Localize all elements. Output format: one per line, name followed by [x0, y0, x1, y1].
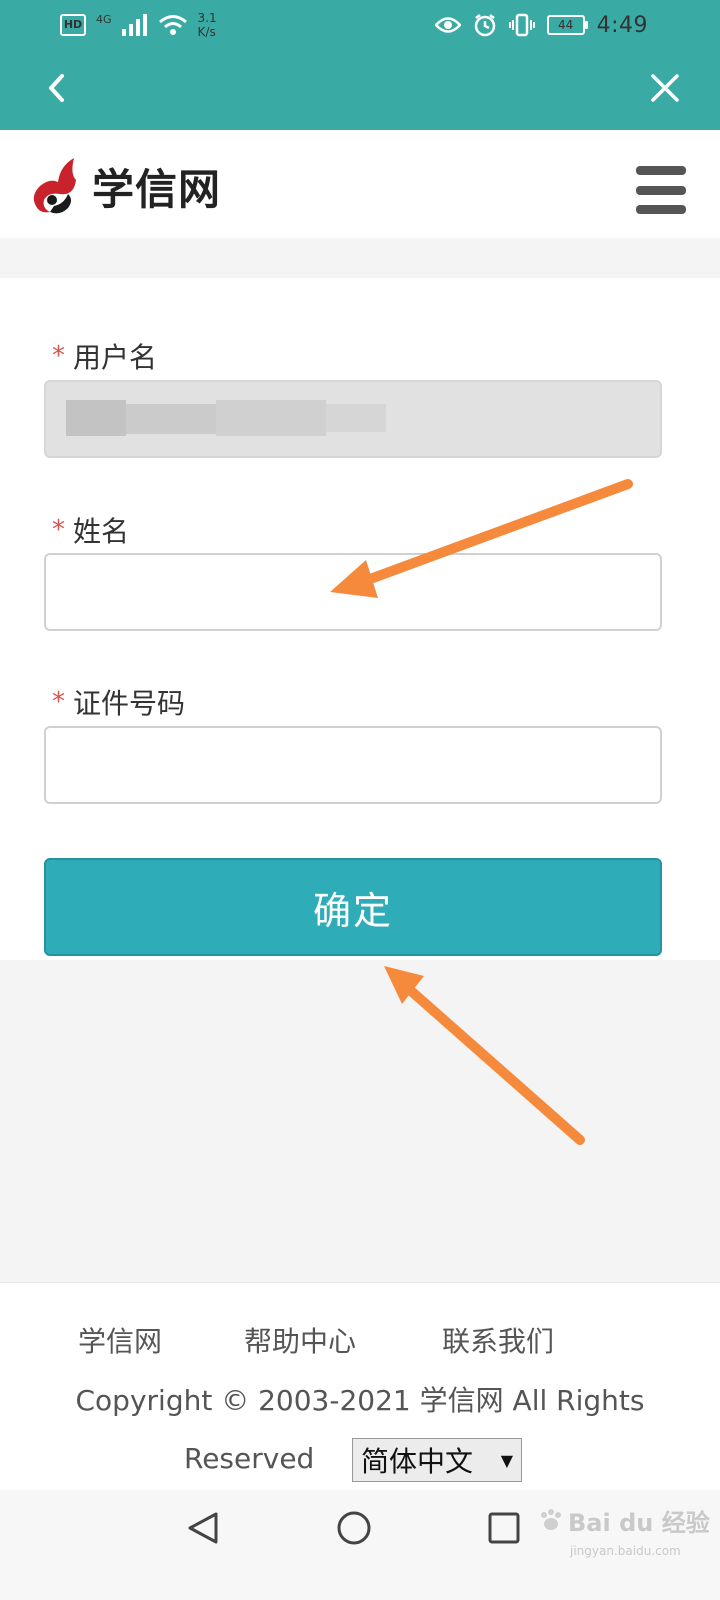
chevron-left-icon	[49, 74, 64, 102]
site-logo-link[interactable]: 学信网	[30, 156, 221, 216]
username-label-text: 用户名	[73, 341, 158, 374]
battery-icon: 44	[546, 15, 588, 35]
clock-time: 4:49	[596, 12, 648, 38]
language-select[interactable]: 简体中文 ▼	[352, 1438, 522, 1482]
language-selected: 简体中文	[361, 1445, 474, 1478]
menu-bar-line	[636, 205, 686, 214]
eye-icon	[434, 17, 461, 33]
speed-value: 3.1	[197, 11, 217, 25]
footer-link-contact[interactable]: 联系我们	[442, 1318, 554, 1362]
id-number-label-text: 证件号码	[73, 687, 186, 720]
required-star: *	[52, 341, 65, 371]
id-number-input[interactable]	[44, 726, 662, 804]
hamburger-menu-button[interactable]	[636, 166, 686, 214]
close-button[interactable]	[640, 58, 690, 118]
phoenix-logo-icon	[33, 158, 76, 214]
logo-text: 学信网	[92, 164, 222, 214]
nav-home-icon[interactable]	[334, 1508, 374, 1548]
vibrate-icon	[508, 13, 535, 37]
wifi-icon	[158, 15, 187, 35]
nav-recent-icon[interactable]	[484, 1508, 524, 1548]
id-number-label: * 证件号码	[52, 682, 185, 722]
alarm-icon	[474, 14, 495, 37]
baidu-watermark: Bai du 经验	[538, 1490, 710, 1550]
copyright-text: Copyright © 2003-2021 学信网 All Rights	[75, 1384, 645, 1417]
menu-bar-line	[636, 185, 686, 195]
username-label: * 用户名	[52, 336, 157, 376]
name-label: * 姓名	[52, 510, 129, 550]
username-field	[44, 380, 662, 458]
blurred-username	[326, 404, 386, 432]
arrow-to-confirm-button	[384, 966, 585, 1145]
footer-link-help[interactable]: 帮助中心	[244, 1318, 356, 1362]
footer-link-chsi[interactable]: 学信网	[78, 1318, 162, 1362]
speed-unit: K/s	[197, 25, 216, 39]
network-speed: 3.1 K/s	[198, 11, 217, 39]
status-left-group: HD 4G 3.1 K/s	[60, 11, 217, 39]
required-star: *	[52, 515, 65, 545]
watermark-url: jingyan.baidu.com	[570, 1544, 681, 1558]
name-input[interactable]	[44, 553, 662, 631]
paw-icon	[541, 1509, 561, 1530]
required-star: *	[52, 687, 65, 717]
dropdown-caret-icon: ▼	[500, 1450, 513, 1470]
reserved-text: Reserved	[184, 1441, 315, 1475]
back-button[interactable]	[36, 63, 76, 113]
blurred-username	[126, 404, 216, 434]
blurred-username	[216, 400, 326, 436]
watermark-brand: Bai du 经验	[568, 1508, 710, 1537]
name-label-text: 姓名	[73, 515, 130, 548]
confirm-button[interactable]: 确定	[44, 858, 662, 956]
signal-icon	[121, 14, 147, 36]
status-right-group: 44 4:49	[434, 10, 648, 40]
menu-bar-line	[636, 166, 686, 175]
hd-icon: HD	[60, 14, 86, 36]
close-icon	[651, 74, 679, 102]
nav-back-icon[interactable]	[184, 1508, 224, 1548]
network-type: 4G	[96, 12, 112, 26]
blurred-username	[66, 400, 126, 436]
top-nav-bar	[0, 50, 720, 130]
